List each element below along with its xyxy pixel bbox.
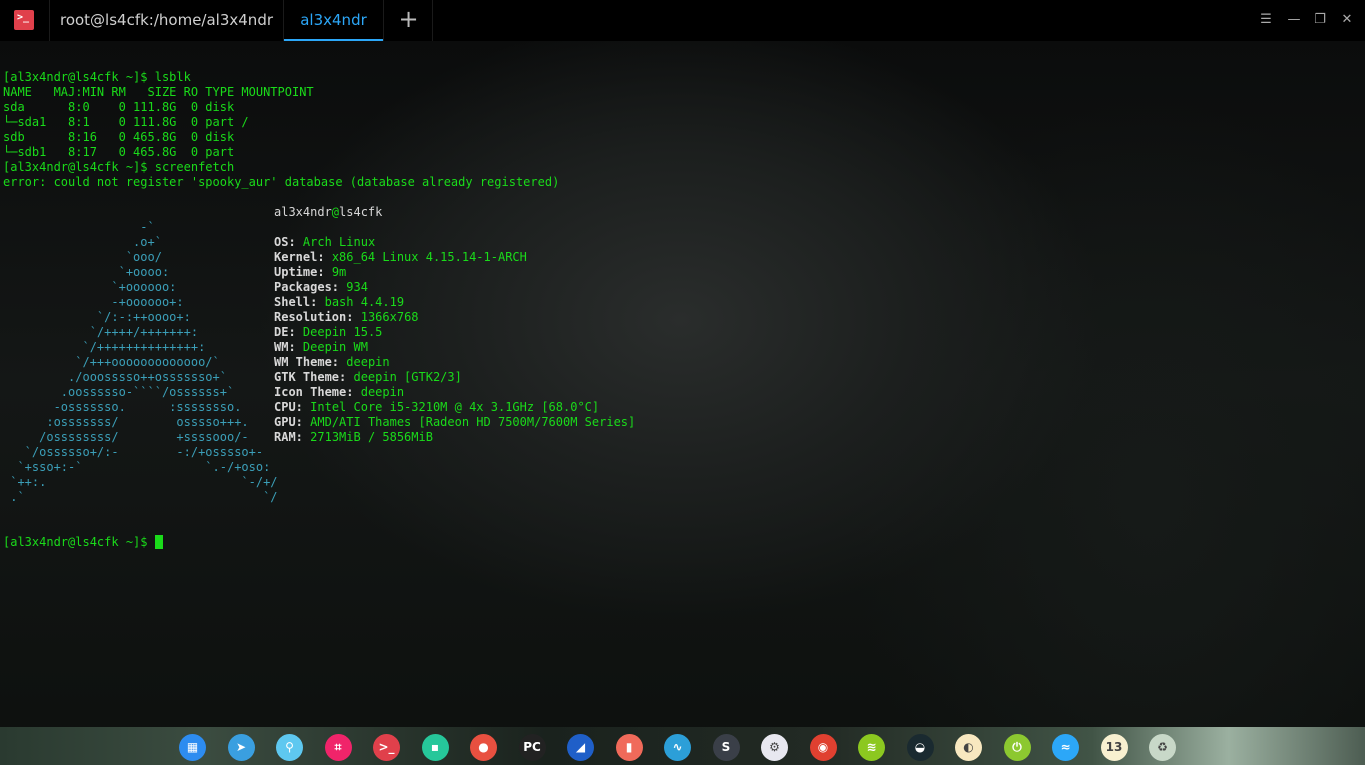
info-row: Packages: 934: [274, 280, 635, 295]
file-manager-icon[interactable]: ⚲: [276, 734, 303, 761]
info-value: 1366x768: [360, 310, 419, 324]
info-label: Shell:: [274, 295, 318, 309]
at-sign: @: [331, 205, 340, 219]
info-row: Resolution: 1366x768: [274, 310, 635, 325]
info-row: Kernel: x86_64 Linux 4.15.14-1-ARCH: [274, 250, 635, 265]
info-row: WM Theme: deepin: [274, 355, 635, 370]
prompt: [al3x4ndr@ls4cfk ~]$: [3, 535, 155, 549]
info-label: GPU:: [274, 415, 303, 429]
terminal-tab-bar: >_ root@ls4cfk:/home/al3x4ndr al3x4ndr +…: [0, 0, 1365, 41]
info-row: RAM: 2713MiB / 5856MiB: [274, 430, 635, 445]
new-tab-button[interactable]: +: [385, 0, 433, 41]
tab-al3x4ndr[interactable]: al3x4ndr: [283, 0, 384, 41]
info-value: 9m: [331, 265, 347, 279]
close-icon[interactable]: ✕: [1339, 12, 1355, 28]
info-label: Packages:: [274, 280, 340, 294]
clock-icon[interactable]: 13: [1100, 734, 1128, 761]
info-row: OS: Arch Linux: [274, 235, 635, 250]
info-label: OS:: [274, 235, 296, 249]
maximize-icon[interactable]: ❐: [1312, 12, 1328, 28]
info-row: GTK Theme: deepin [GTK2/3]: [274, 370, 635, 385]
info-label: DE:: [274, 325, 296, 339]
arch-logo-line: `/ossssso+/:- -:/+osssso+-: [3, 445, 264, 459]
info-value: deepin: [346, 355, 390, 369]
wireshark-icon[interactable]: ◢: [567, 734, 594, 761]
screenfetch-info: al3x4ndr@ls4cfk OS: Arch Linux Kernel: x8…: [274, 175, 635, 445]
terminal-line: sda 8:0 0 111.8G 0 disk: [3, 100, 242, 114]
info-value: Arch Linux: [302, 235, 376, 249]
notes-icon[interactable]: ◐: [955, 734, 982, 761]
editor-icon[interactable]: ▪: [421, 734, 449, 761]
info-label: Kernel:: [274, 250, 325, 264]
info-row: Icon Theme: deepin: [274, 385, 635, 400]
power-icon[interactable]: ⏻: [1003, 734, 1031, 761]
menu-icon[interactable]: ☰: [1258, 12, 1274, 28]
info-value: deepin: [360, 385, 405, 399]
network-icon[interactable]: ◒: [906, 734, 934, 761]
dock: ▦ ➤ ⚲ ⌗ >_ ▪ ● PC ◢ ▮ ∿ S ⚙ ◉ ≋ ◒ ◐ ⏻ ≈13 ♻: [0, 727, 1365, 765]
screen-recorder-icon[interactable]: ▮: [615, 734, 643, 761]
terminal-line: NAME MAJ:MIN RM SIZE RO TYPE MOUNTPOINT: [3, 85, 314, 99]
info-row: Shell: bash 4.4.19: [274, 295, 635, 310]
info-value: deepin [GTK2/3]: [353, 370, 462, 384]
system-monitor-icon[interactable]: ∿: [664, 734, 691, 761]
info-value: Intel Core i5-3210M @ 4x 3.1GHz [68.0°C]: [310, 400, 600, 414]
info-label: Uptime:: [274, 265, 325, 279]
info-label: Resolution:: [274, 310, 354, 324]
trash-icon[interactable]: ♻: [1149, 734, 1176, 761]
spotify-icon[interactable]: ≋: [858, 734, 885, 761]
cursor: [154, 535, 163, 549]
info-value: AMD/ATI Thames [Radeon HD 7500M/7600M Se…: [310, 415, 636, 429]
terminal-app-icon[interactable]: >_: [14, 10, 34, 30]
info-value: 934: [346, 280, 368, 294]
wifi-icon[interactable]: ≈: [1052, 734, 1079, 761]
info-row: DE: Deepin 15.5: [274, 325, 635, 340]
terminal-line: sdb 8:16 0 465.8G 0 disk: [3, 130, 242, 144]
info-value: Deepin 15.5: [302, 325, 383, 339]
tab-root[interactable]: root@ls4cfk:/home/al3x4ndr: [49, 0, 283, 41]
pycharm-icon[interactable]: PC: [518, 734, 546, 761]
prompt-line: [al3x4ndr@ls4cfk ~]$: [3, 535, 559, 550]
info-label: Icon Theme:: [274, 385, 354, 399]
info-label: CPU:: [274, 400, 303, 414]
info-label: WM Theme:: [274, 355, 340, 369]
telegram-icon[interactable]: ➤: [227, 734, 255, 761]
info-value: bash 4.4.19: [324, 295, 405, 309]
info-label: RAM:: [274, 430, 303, 444]
info-user: al3x4ndr: [274, 205, 332, 219]
info-host: ls4cfk: [339, 205, 383, 219]
chrome-icon[interactable]: ◉: [809, 734, 837, 761]
terminal-line: └─sda1 8:1 0 111.8G 0 part /: [3, 115, 249, 129]
screenshot-icon[interactable]: ⌗: [324, 734, 352, 761]
info-label: GTK Theme:: [274, 370, 347, 384]
info-row: WM: Deepin WM: [274, 340, 635, 355]
settings-icon[interactable]: ⚙: [761, 734, 788, 761]
terminal-line: [al3x4ndr@ls4cfk ~]$ screenfetch: [3, 160, 235, 174]
launcher-icon[interactable]: ▦: [179, 734, 206, 761]
arch-logo-line: .` `/: [3, 490, 278, 504]
terminal-line: [al3x4ndr@ls4cfk ~]$ lsblk: [3, 70, 191, 84]
info-label: WM:: [274, 340, 296, 354]
info-value: 2713MiB / 5856MiB: [310, 430, 433, 444]
info-row: Uptime: 9m: [274, 265, 635, 280]
terminal-icon[interactable]: >_: [373, 734, 400, 761]
info-value: Deepin WM: [302, 340, 368, 354]
minimize-icon[interactable]: —: [1286, 12, 1302, 28]
arch-logo-line: `+sso+:-` `.-/+oso:: [3, 460, 271, 474]
info-row: CPU: Intel Core i5-3210M @ 4x 3.1GHz [68…: [274, 400, 635, 415]
info-row: GPU: AMD/ATI Thames [Radeon HD 7500M/760…: [274, 415, 635, 430]
sublime-icon[interactable]: S: [712, 734, 740, 761]
arch-logo-line: `++:. `-/+/: [3, 475, 278, 489]
info-value: x86_64 Linux 4.15.14-1-ARCH: [331, 250, 527, 264]
terminal-line: └─sdb1 8:17 0 465.8G 0 part: [3, 145, 242, 159]
bulb-icon[interactable]: ●: [470, 734, 497, 761]
